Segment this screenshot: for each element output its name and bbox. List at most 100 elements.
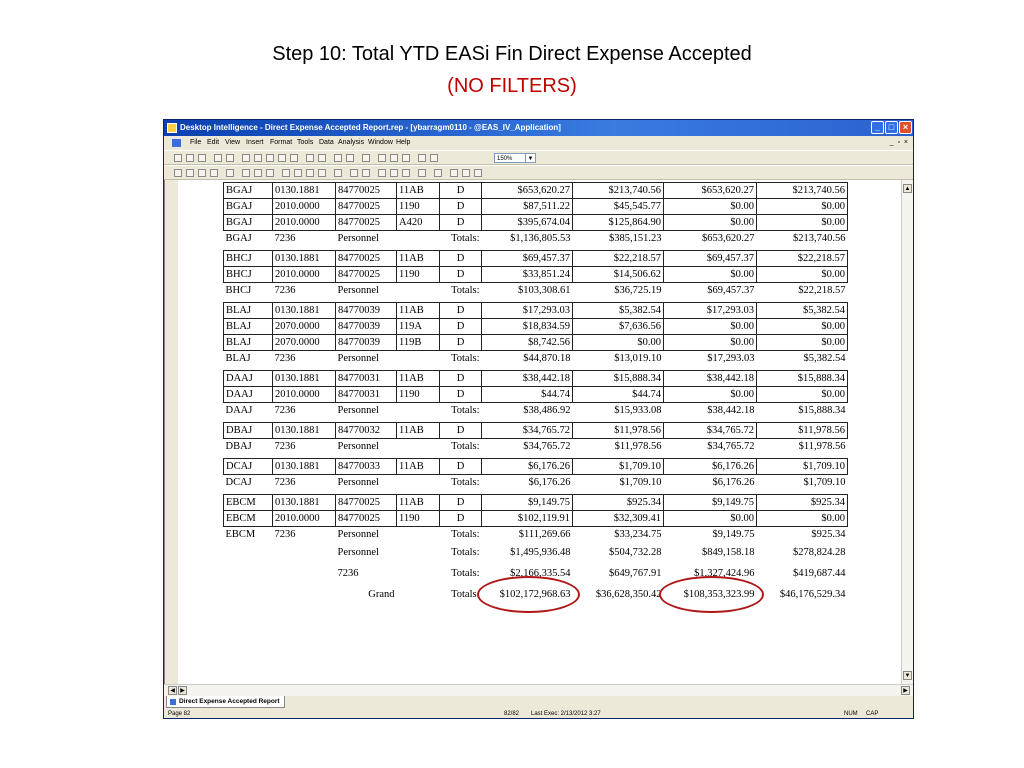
edit-report-icon[interactable]	[362, 154, 370, 162]
table-cell: $6,176.26	[481, 458, 573, 475]
table-cell: $22,218.57	[572, 250, 664, 267]
filter-icon[interactable]	[242, 169, 250, 177]
table-cell: 11AB	[396, 422, 440, 439]
structure-view-icon[interactable]	[462, 169, 470, 177]
undo-icon[interactable]	[334, 154, 342, 162]
chart-type-icon[interactable]	[418, 169, 426, 177]
summary-row: Personnel Totals: $1,495,936.48 $504,732.28…	[224, 542, 848, 563]
group-icon[interactable]	[350, 169, 358, 177]
new-icon[interactable]	[174, 154, 182, 162]
app-window: Desktop Intelligence - Direct Expense Ac…	[163, 119, 914, 719]
scroll-left-icon[interactable]: ◀	[168, 686, 177, 695]
menu-tools[interactable]: Tools	[297, 136, 313, 150]
sort-options-icon[interactable]	[266, 169, 274, 177]
menu-file[interactable]: File	[190, 136, 201, 150]
table-cell: $14,506.62	[572, 266, 664, 283]
table-cell: Personnel	[337, 441, 379, 452]
cut-icon[interactable]	[242, 154, 250, 162]
table-cell: EBCM	[223, 510, 273, 527]
insert-chart-icon[interactable]	[210, 169, 218, 177]
drill-icon[interactable]	[402, 154, 410, 162]
redo-icon[interactable]	[346, 154, 354, 162]
table-cell: $44.74	[481, 386, 573, 403]
table-cell: $38,442.18	[663, 370, 757, 387]
page-view-icon[interactable]	[474, 169, 482, 177]
report-canvas[interactable]: BGAJ 0130.1881 84770025 11AB D $653,620.27 $21…	[164, 180, 901, 684]
insert-table-icon[interactable]	[174, 169, 182, 177]
table-cell: 84770039	[335, 318, 397, 335]
table-cell: DBAJ	[223, 422, 273, 439]
menu-window[interactable]: Window	[368, 136, 393, 150]
print-preview-icon[interactable]	[226, 154, 234, 162]
refresh-icon[interactable]	[378, 154, 386, 162]
close-button[interactable]: ×	[899, 121, 912, 134]
vertical-scrollbar[interactable]: ▲ ▼	[901, 180, 913, 684]
format-painter-icon[interactable]	[278, 154, 286, 162]
menu-help[interactable]: Help	[396, 136, 410, 150]
table-cell: 2010.0000	[272, 510, 336, 527]
table-cell: 84770033	[335, 458, 397, 475]
formula-icon[interactable]	[402, 169, 410, 177]
alerter-icon[interactable]	[334, 169, 342, 177]
templates-icon[interactable]	[390, 169, 398, 177]
table-cell: $44,870.18	[523, 353, 571, 364]
warning-icon[interactable]	[362, 169, 370, 177]
table-cell: $0.00	[756, 386, 848, 403]
insert-crosstab-icon[interactable]	[186, 169, 194, 177]
table-cell: D	[439, 302, 482, 319]
menu-view[interactable]: View	[225, 136, 240, 150]
table-cell: DAAJ	[223, 370, 273, 387]
report-manager-icon[interactable]	[450, 169, 458, 177]
summary-value: $419,687.44	[793, 568, 846, 579]
break-icon[interactable]	[226, 169, 234, 177]
open-icon[interactable]	[186, 154, 194, 162]
scroll-right-icon[interactable]: ▶	[178, 686, 187, 695]
insert-form-icon[interactable]	[198, 169, 206, 177]
magnify-icon[interactable]	[430, 154, 438, 162]
refresh-data-icon[interactable]	[390, 154, 398, 162]
slice-dice-icon[interactable]	[378, 169, 386, 177]
status-num: NUM	[844, 711, 858, 717]
find-icon[interactable]	[306, 154, 314, 162]
ranking-icon[interactable]	[294, 169, 302, 177]
minimize-button[interactable]: _	[871, 121, 884, 134]
scroll-right-icon[interactable]: ▶	[901, 686, 910, 695]
table-cell: 84770025	[335, 214, 397, 231]
maximize-button[interactable]: □	[885, 121, 898, 134]
menu-format[interactable]: Format	[270, 136, 292, 150]
table-cell: $1,709.10	[572, 458, 664, 475]
horizontal-scrollbar[interactable]: ◀ ▶ ▶	[164, 684, 913, 696]
table-cell: $44.74	[572, 386, 664, 403]
totals-label: Totals:	[451, 353, 480, 364]
sum-icon[interactable]	[282, 169, 290, 177]
table-cell: BLAJ	[223, 334, 273, 351]
document-icon[interactable]	[172, 139, 181, 147]
zoom-select[interactable]: 150% ▼	[494, 153, 536, 163]
menu-insert[interactable]: Insert	[246, 136, 264, 150]
copy-icon[interactable]	[254, 154, 262, 162]
paste-icon[interactable]	[266, 154, 274, 162]
print-icon[interactable]	[214, 154, 222, 162]
table-cell: $11,978.56	[756, 422, 848, 439]
table-cell: $11,978.56	[798, 441, 846, 452]
menu-data[interactable]: Data	[319, 136, 334, 150]
menu-edit[interactable]: Edit	[207, 136, 219, 150]
table-cell: 2010.0000	[272, 198, 336, 215]
menu-analysis[interactable]: Analysis	[338, 136, 364, 150]
save-icon[interactable]	[198, 154, 206, 162]
delete-icon[interactable]	[290, 154, 298, 162]
outline-icon[interactable]	[434, 169, 442, 177]
tab-direct-expense-accepted-report[interactable]: Direct Expense Accepted Report	[166, 696, 285, 708]
structure-icon[interactable]	[418, 154, 426, 162]
zoom-icon[interactable]	[318, 154, 326, 162]
table-cell: $17,293.03	[707, 353, 755, 364]
scroll-down-icon[interactable]: ▼	[903, 671, 912, 680]
mdi-controls[interactable]: _ ▫ ×	[890, 136, 909, 150]
scroll-up-icon[interactable]: ▲	[903, 184, 912, 193]
sort-icon[interactable]	[254, 169, 262, 177]
variable-icon[interactable]	[318, 169, 326, 177]
summary-value: $1,495,936.48	[510, 547, 571, 558]
summary-value: $46,176,529.34	[779, 589, 846, 600]
calculation-icon[interactable]	[306, 169, 314, 177]
chevron-down-icon[interactable]: ▼	[525, 154, 535, 162]
